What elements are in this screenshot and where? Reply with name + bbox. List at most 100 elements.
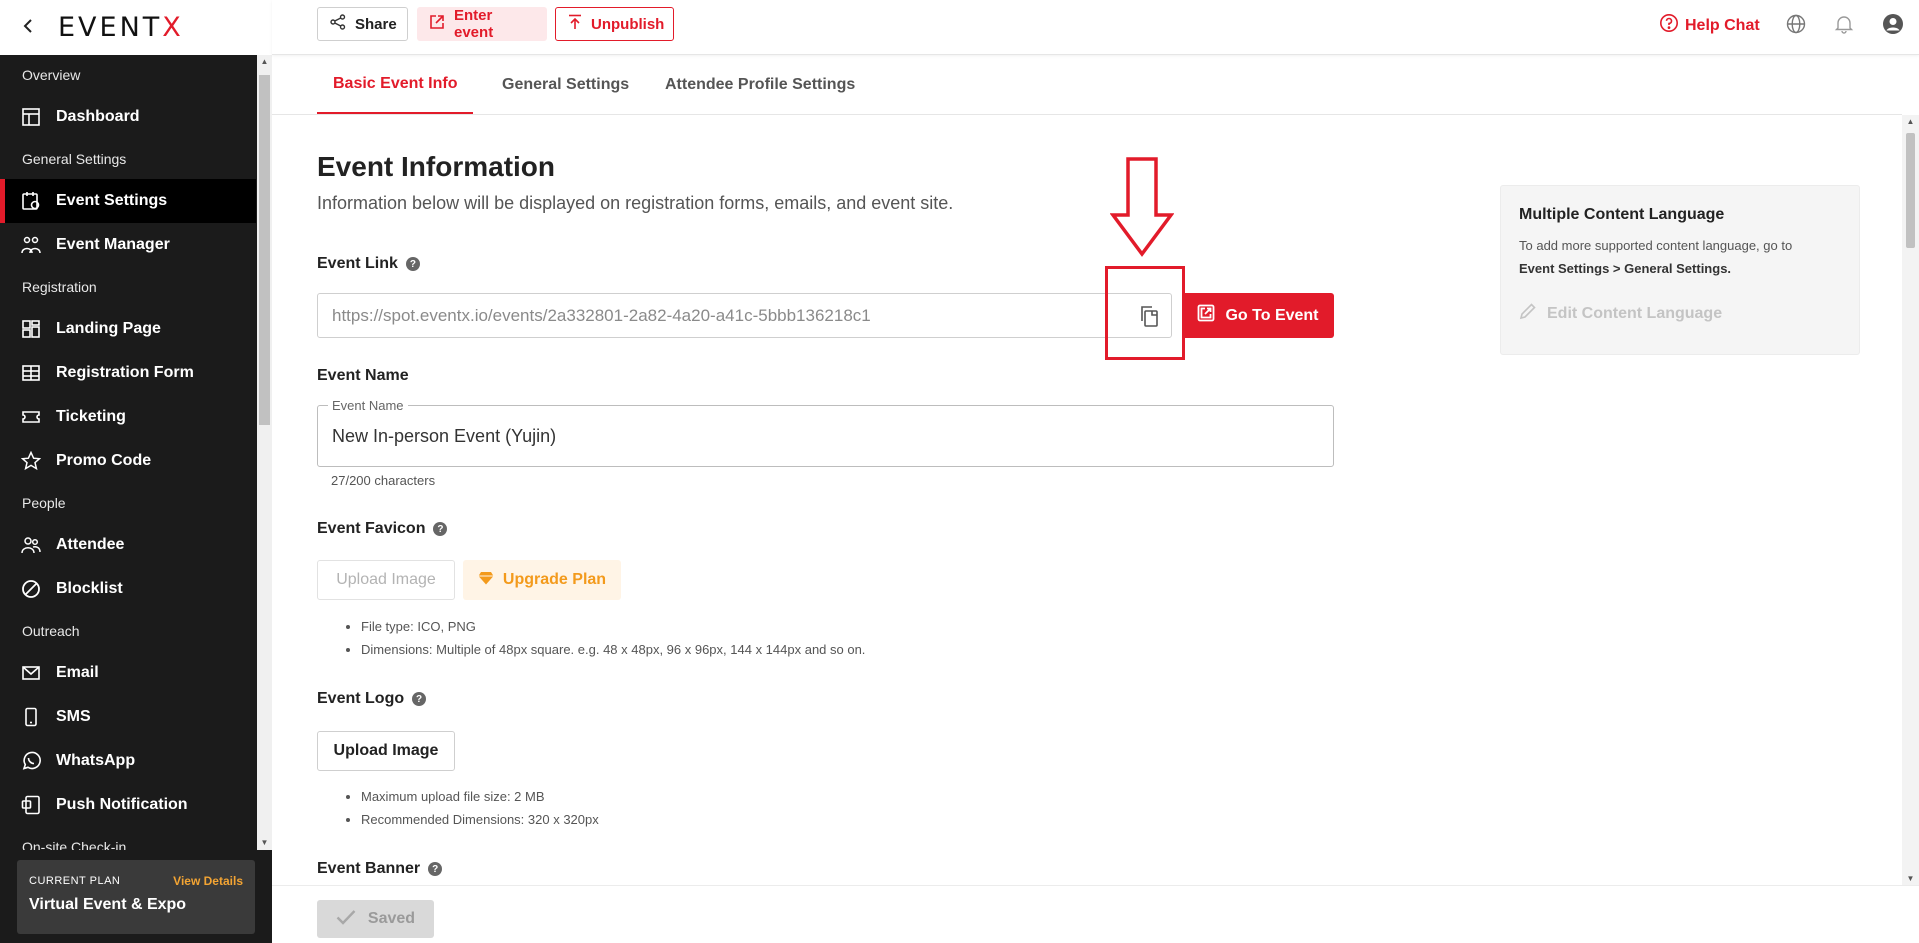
dashboard-icon (20, 106, 42, 128)
scrollbar-thumb[interactable] (259, 75, 270, 425)
event-name-field[interactable]: Event Name New In-person Event (Yujin) (317, 398, 1334, 467)
phone-icon (20, 706, 42, 728)
multiple-content-language-card: Multiple Content Language To add more su… (1500, 185, 1860, 355)
sidebar-item-label: Registration Form (56, 364, 194, 381)
sidebar-item-dashboard[interactable]: Dashboard (0, 95, 256, 139)
question-icon[interactable]: ? (428, 862, 443, 876)
enter-event-button[interactable]: Enter event (417, 7, 547, 41)
sidebar-item-sms[interactable]: SMS (0, 695, 256, 739)
sidebar-item-ticketing[interactable]: Ticketing (0, 395, 256, 439)
layout-icon (20, 318, 42, 340)
eventx-logo[interactable]: EVENTX (58, 12, 184, 43)
upgrade-plan-button[interactable]: Upgrade Plan (463, 560, 621, 600)
sidebar-item-whatsapp[interactable]: WhatsApp (0, 739, 256, 783)
event-logo-label: Event Logo ? (317, 690, 427, 708)
form-footer: Saved (272, 885, 1919, 943)
sidebar-item-label: Push Notification (56, 796, 188, 813)
mail-icon (20, 662, 42, 684)
help-circle-icon (1659, 13, 1679, 38)
sidebar-section-outreach: Outreach (22, 623, 80, 639)
tab-basic-event-info[interactable]: Basic Event Info (317, 56, 474, 114)
logo-notes: Maximum upload file size: 2 MB Recommend… (361, 785, 599, 831)
logo-upload-button[interactable]: Upload Image (317, 731, 455, 771)
scrollbar-thumb[interactable] (1906, 133, 1915, 248)
annotation-highlight-box (1105, 266, 1185, 360)
chevron-left-icon[interactable] (22, 16, 34, 39)
scroll-down-icon[interactable]: ▼ (1902, 874, 1919, 883)
view-details-link[interactable]: View Details (173, 874, 243, 888)
favicon-upload-button[interactable]: Upload Image (317, 560, 455, 600)
plan-name: Virtual Event & Expo (29, 896, 187, 913)
people-icon (20, 534, 42, 556)
sidebar-item-push-notification[interactable]: Push Notification (0, 783, 256, 827)
sidebar-item-label: Event Settings (56, 192, 168, 209)
diamond-icon (478, 571, 494, 590)
sidebar-item-label: Dashboard (56, 108, 140, 125)
external-link-icon (1197, 304, 1215, 327)
topbar: Share Enter event Unpublish Help Chat (272, 0, 1919, 55)
upload-icon (568, 14, 582, 34)
account-icon[interactable] (1882, 13, 1904, 35)
scroll-down-icon[interactable]: ▼ (257, 836, 272, 850)
sidebar-item-label: Attendee (56, 536, 125, 553)
sidebar-item-event-settings[interactable]: Event Settings (0, 179, 256, 223)
sidebar-section-overview: Overview (22, 67, 81, 83)
scroll-up-icon[interactable]: ▲ (1902, 117, 1919, 126)
saved-button[interactable]: Saved (317, 900, 434, 938)
block-icon (20, 578, 42, 600)
sidebar-item-label: Email (56, 664, 99, 681)
sidebar-nav: Overview Dashboard General Settings Even… (0, 55, 256, 850)
event-link-field[interactable]: https://spot.eventx.io/events/2a332801-2… (317, 293, 1172, 338)
list-item: Recommended Dimensions: 320 x 320px (361, 808, 599, 831)
sidebar-section-registration: Registration (22, 279, 97, 295)
sidebar-item-label: Promo Code (56, 452, 152, 469)
table-icon (20, 362, 42, 384)
sidebar: EVENTX Overview Dashboard General Settin… (0, 0, 272, 943)
event-name-legend: Event Name (328, 398, 408, 413)
event-banner-label: Event Banner ? (317, 860, 443, 878)
notification-icon (20, 794, 42, 816)
event-favicon-label: Event Favicon ? (317, 520, 448, 538)
sidebar-item-attendee[interactable]: Attendee (0, 523, 256, 567)
sidebar-item-promo-code[interactable]: Promo Code (0, 439, 256, 483)
character-counter: 27/200 characters (331, 473, 436, 488)
sidebar-section-general-settings: General Settings (22, 151, 127, 167)
sidebar-section-onsite-checkin: On-site Check-in (22, 839, 127, 850)
event-name-label: Event Name (317, 367, 409, 384)
event-name-value: New In-person Event (Yujin) (332, 426, 557, 446)
ticket-icon (20, 406, 42, 428)
question-icon[interactable]: ? (412, 692, 427, 706)
plan-label: CURRENT PLAN (29, 875, 121, 887)
current-plan-card: CURRENT PLAN View Details Virtual Event … (17, 860, 255, 934)
sidebar-item-label: Event Manager (56, 236, 170, 253)
sidebar-item-event-manager[interactable]: Event Manager (0, 223, 256, 267)
annotation-arrow-icon (1110, 157, 1174, 257)
sidebar-item-label: Landing Page (56, 320, 161, 337)
tab-general-settings[interactable]: General Settings (492, 56, 639, 114)
team-icon (20, 234, 42, 256)
go-to-event-button[interactable]: Go To Event (1182, 293, 1334, 338)
sidebar-scrollbar[interactable]: ▲ ▼ (257, 55, 272, 850)
main-scrollbar[interactable]: ▲ ▼ (1902, 115, 1919, 885)
sidebar-section-people: People (22, 495, 66, 511)
page-subtitle: Information below will be displayed on r… (317, 193, 954, 213)
tab-attendee-profile-settings[interactable]: Attendee Profile Settings (655, 56, 865, 114)
question-icon[interactable]: ? (405, 257, 420, 271)
sidebar-item-email[interactable]: Email (0, 651, 256, 695)
share-button[interactable]: Share (317, 7, 408, 41)
help-chat-button[interactable]: Help Chat (1659, 13, 1760, 38)
card-title: Multiple Content Language (1519, 206, 1725, 223)
sidebar-item-landing-page[interactable]: Landing Page (0, 307, 256, 351)
sidebar-item-registration-form[interactable]: Registration Form (0, 351, 256, 395)
question-icon[interactable]: ? (433, 522, 448, 536)
sidebar-item-label: SMS (56, 708, 91, 725)
sidebar-item-label: Ticketing (56, 408, 126, 425)
share-icon (330, 14, 346, 34)
scroll-up-icon[interactable]: ▲ (257, 55, 272, 69)
pencil-icon (1519, 302, 1537, 325)
unpublish-button[interactable]: Unpublish (555, 7, 674, 41)
bell-icon[interactable] (1833, 13, 1855, 35)
edit-content-language-button[interactable]: Edit Content Language (1519, 302, 1841, 325)
globe-icon[interactable] (1785, 13, 1807, 35)
sidebar-item-blocklist[interactable]: Blocklist (0, 567, 256, 611)
